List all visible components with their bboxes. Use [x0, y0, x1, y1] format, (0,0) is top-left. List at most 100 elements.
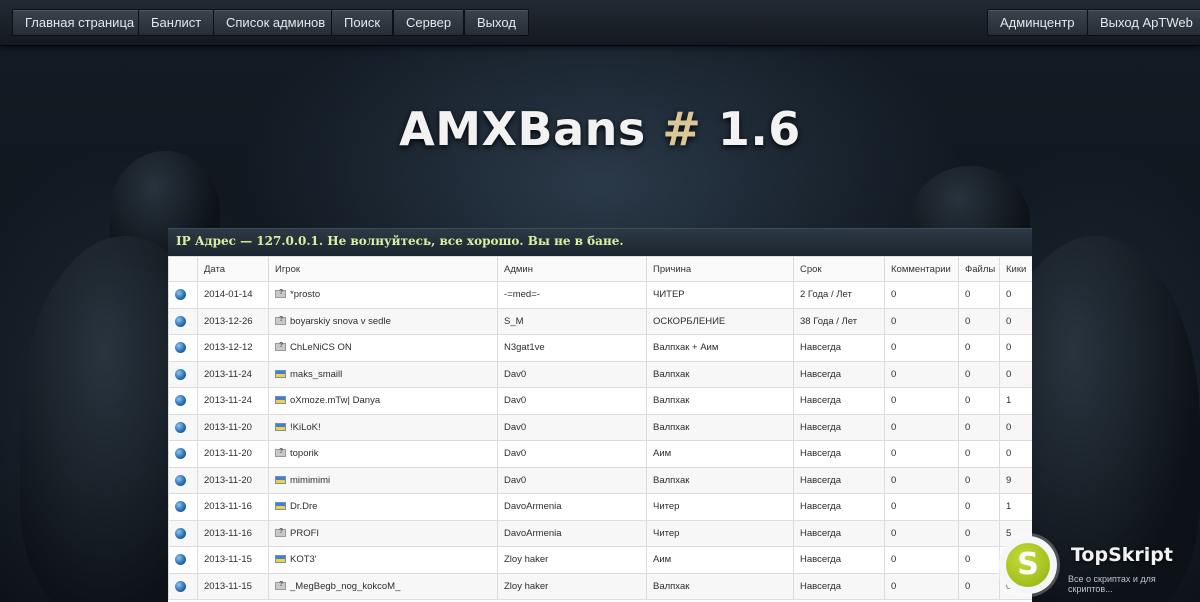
- cell-admin: N3gat1ve: [497, 334, 647, 362]
- cell-kicks: 0: [999, 307, 1032, 335]
- cell-details[interactable]: [168, 334, 198, 362]
- player-name: boyarskiy snova v sedle: [290, 315, 391, 327]
- globe-icon[interactable]: [175, 421, 186, 433]
- globe-icon[interactable]: [175, 342, 186, 354]
- flag-unknown-icon: [275, 448, 286, 458]
- cell-kicks: 0: [999, 334, 1032, 362]
- nav-banlist-button[interactable]: Банлист: [138, 9, 215, 36]
- logo-version: 1.6: [717, 102, 801, 156]
- table-row[interactable]: 2013-11-16PROFIDavoArmeniaЧитерНавсегда0…: [168, 519, 1032, 547]
- nav-home-button[interactable]: Главная страница: [12, 9, 148, 36]
- nav-logout-user-button[interactable]: Выход ApTWeb: [1087, 9, 1200, 36]
- col-header-icon: [168, 256, 198, 282]
- player-name: Dr.Dre: [290, 501, 318, 513]
- col-header-term: Срок: [793, 256, 885, 282]
- cell-details[interactable]: [168, 360, 198, 388]
- cell-comments: 0: [884, 466, 959, 494]
- cell-player: KOT3': [268, 546, 498, 574]
- nav-server-button[interactable]: Сервер: [393, 9, 465, 36]
- table-row[interactable]: 2014-01-14 *prosto -=med=-ЧИТЕР2 Года / Ле…: [168, 281, 1032, 309]
- cell-comments: 0: [884, 572, 959, 600]
- table-row[interactable]: 2013-12-26 boyarskiy snova v sedle S_MОСКО…: [168, 307, 1032, 335]
- cell-date: 2013-11-15: [197, 572, 269, 600]
- cell-date: 2013-11-24: [197, 360, 269, 388]
- cell-player: !KiLoK!: [268, 413, 498, 441]
- cell-reason: Валпхак: [646, 360, 794, 388]
- globe-icon[interactable]: [175, 395, 186, 407]
- table-row[interactable]: 2013-11-24 oXmoze.mTw| Danya Dav0 Валпхак На…: [168, 387, 1032, 415]
- table-row[interactable]: 2013-11-15 _MegBegb_nog_kokcoM_ Zloy haker…: [168, 572, 1032, 600]
- table-row[interactable]: 2013-11-20 !KiLoK! Dav0 Валпхак Навсегда 0 0 0: [168, 413, 1032, 441]
- cell-files: 0: [958, 281, 1000, 309]
- table-row[interactable]: 2013-12-12 ChLeNiCS ON N3gat1veВалпхак + А…: [168, 334, 1032, 362]
- globe-icon[interactable]: [175, 474, 186, 486]
- cell-details[interactable]: [168, 413, 198, 441]
- globe-icon[interactable]: [175, 368, 186, 380]
- table-row[interactable]: 2013-11-24 maks_smaill Dav0 Валпхак Навсегда…: [168, 360, 1032, 388]
- cell-date: 2013-11-16: [197, 493, 269, 521]
- cell-details[interactable]: [168, 519, 198, 547]
- cell-date: 2014-01-14: [197, 281, 269, 309]
- cell-reason: Аим: [646, 440, 794, 468]
- cell-date: 2013-12-12: [197, 334, 269, 362]
- nav-admincenter-button[interactable]: Админцентр: [987, 9, 1088, 36]
- globe-icon[interactable]: [175, 501, 186, 513]
- cell-date: 2013-11-20: [197, 413, 269, 441]
- cell-reason: ОСКОРБЛЕНИЕ: [646, 307, 794, 335]
- cell-date: 2013-12-26: [197, 307, 269, 335]
- cell-files: 0: [958, 572, 1000, 600]
- table-row[interactable]: 2013-11-20 mimimimi Dav0 Валпхак Навсегда 0 0 9: [168, 466, 1032, 494]
- cell-admin: -=med=-: [497, 281, 647, 309]
- table-row[interactable]: 2013-11-16 Dr.Dre DavoArmenia Читер Навсегда…: [168, 493, 1032, 521]
- cell-term: Навсегда: [793, 334, 885, 362]
- bans-table-container: Дата Игрок Админ Причина Срок Комментари…: [168, 256, 1032, 602]
- nav-logout-button[interactable]: Выход: [464, 9, 529, 36]
- table-row[interactable]: 2013-11-20toporikDav0АимНавсегда000: [168, 440, 1032, 468]
- cell-term: Навсегда: [793, 572, 885, 600]
- globe-icon[interactable]: [175, 448, 186, 460]
- cell-details[interactable]: [168, 466, 198, 494]
- cell-details[interactable]: [168, 572, 198, 600]
- cell-details[interactable]: [168, 493, 198, 521]
- player-name: *prosto: [290, 289, 321, 301]
- cell-admin: Dav0: [497, 440, 647, 468]
- flag-unknown-icon: [275, 581, 286, 590]
- logo-main-text: AMXBans: [399, 102, 646, 156]
- col-header-files: Файлы: [958, 256, 1000, 282]
- globe-icon[interactable]: [175, 527, 186, 539]
- globe-icon[interactable]: [175, 554, 186, 566]
- nav-admins-button[interactable]: Список админов: [213, 9, 339, 36]
- globe-icon[interactable]: [175, 289, 186, 301]
- cell-player: maks_smaill: [268, 360, 498, 388]
- player-name: oXmoze.mTw| Danya: [290, 395, 381, 407]
- cell-kicks: 9: [999, 466, 1032, 494]
- cell-details[interactable]: [168, 387, 198, 415]
- cell-details[interactable]: [168, 440, 198, 468]
- cell-player: boyarskiy snova v sedle: [268, 307, 498, 335]
- cell-kicks: 1: [999, 387, 1032, 415]
- globe-icon[interactable]: [175, 580, 186, 592]
- app-logo: AMXBans # 1.6: [0, 102, 1200, 156]
- cell-reason: Валпхак: [646, 413, 794, 441]
- cell-admin: S_M: [497, 307, 647, 335]
- cell-comments: 0: [884, 334, 959, 362]
- cell-term: Навсегда: [793, 360, 885, 388]
- cell-admin: DavoArmenia: [497, 493, 647, 521]
- cell-files: 0: [958, 307, 1000, 335]
- cell-term: Навсегда: [793, 387, 885, 415]
- cell-details[interactable]: [168, 281, 198, 309]
- cell-kicks: 0: [999, 413, 1032, 441]
- nav-search-button[interactable]: Поиск: [331, 9, 394, 36]
- cell-admin: Dav0: [497, 466, 647, 494]
- cell-details[interactable]: [168, 546, 198, 574]
- cell-player: ChLeNiCS ON: [268, 334, 498, 362]
- cell-admin: Dav0: [497, 387, 647, 415]
- globe-icon[interactable]: [175, 315, 186, 327]
- table-row[interactable]: 2013-11-15KOT3'Zloy hakerАимНавсегда000: [168, 546, 1032, 574]
- cell-reason: Валпхак + Аим: [646, 334, 794, 362]
- cell-reason: Валпхак: [646, 466, 794, 494]
- cell-details[interactable]: [168, 307, 198, 335]
- cell-admin: Dav0: [497, 413, 647, 441]
- logo-hash: #: [662, 102, 702, 156]
- watermark-title: TopSkript: [1071, 544, 1173, 566]
